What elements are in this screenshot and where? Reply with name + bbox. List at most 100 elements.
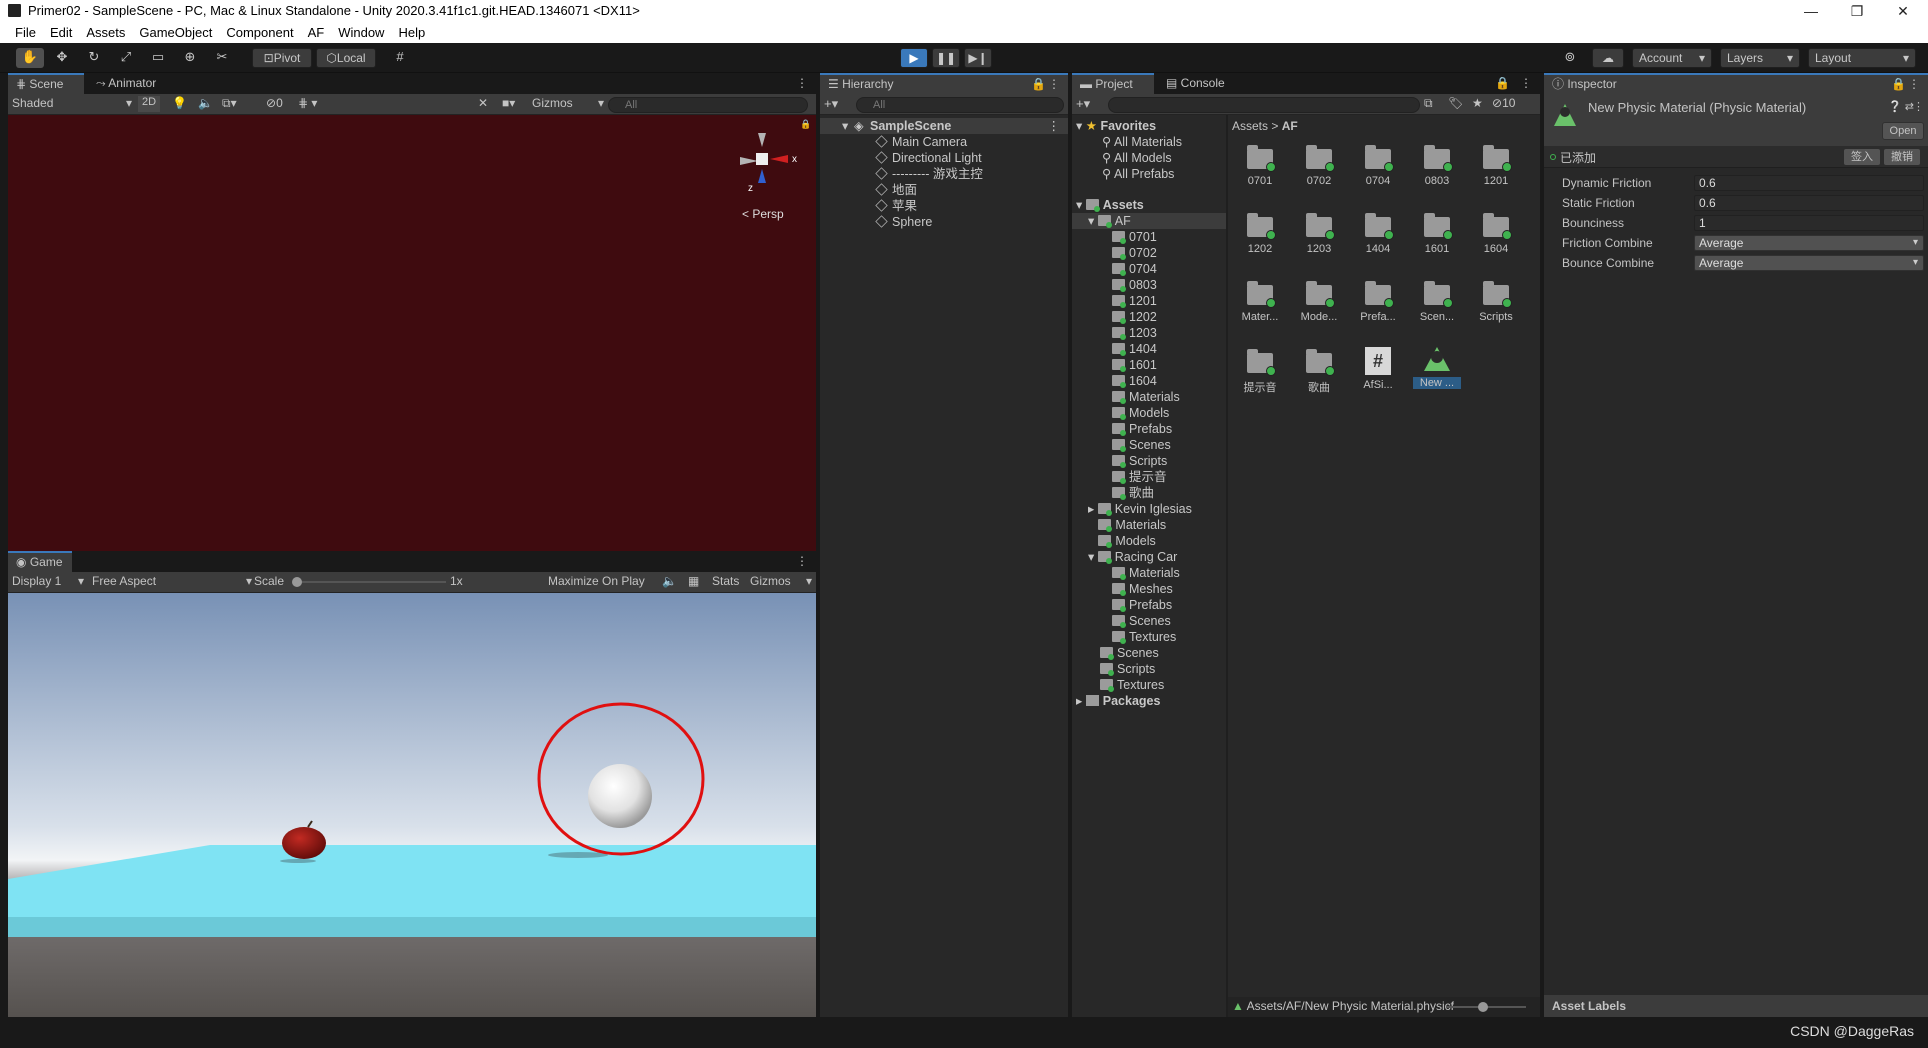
tree-folder[interactable]: Scripts xyxy=(1112,453,1167,469)
tree-folder[interactable]: Prefabs xyxy=(1112,421,1172,437)
component-menu-icon[interactable]: ⋮ xyxy=(1913,100,1924,113)
persp-label[interactable]: < Persp xyxy=(742,207,784,221)
asset-grid-item[interactable]: 提示音 xyxy=(1236,349,1284,395)
tab-inspector[interactable]: ⓘ Inspector 🔒 ⋮ xyxy=(1544,73,1928,94)
transform-tool-icon[interactable]: ⊕ xyxy=(176,48,204,68)
asset-grid-item[interactable]: 1601 xyxy=(1413,213,1461,255)
tree-folder[interactable]: Models xyxy=(1112,405,1169,421)
asset-grid-item[interactable]: Scen... xyxy=(1413,281,1461,323)
tree-folder[interactable]: 1404 xyxy=(1112,341,1157,357)
local-toggle[interactable]: ⬡Local xyxy=(316,48,376,68)
asset-grid-item[interactable]: Prefa... xyxy=(1354,281,1402,323)
layout-dropdown[interactable]: Layout ▾ xyxy=(1808,48,1916,68)
property-value-field[interactable]: Average xyxy=(1694,255,1924,271)
favorites-star-icon[interactable]: ★ xyxy=(1472,96,1483,110)
asset-grid-item[interactable]: 歌曲 xyxy=(1295,349,1343,395)
packages-header[interactable]: ▸ Packages xyxy=(1076,693,1160,709)
asset-grid-item[interactable]: 1404 xyxy=(1354,213,1402,255)
property-value-field[interactable]: Average xyxy=(1694,235,1924,251)
tree-folder[interactable]: 1203 xyxy=(1112,325,1157,341)
open-button[interactable]: Open xyxy=(1882,122,1924,140)
asset-grid-item[interactable]: 1604 xyxy=(1472,213,1520,255)
revert-button[interactable]: 撤销 xyxy=(1884,149,1920,165)
tree-folder[interactable]: 1604 xyxy=(1112,373,1157,389)
panel-menu-icon[interactable]: ⋮ xyxy=(1908,75,1920,94)
lock-icon[interactable]: 🔒 xyxy=(1891,75,1906,94)
tree-folder[interactable]: Scenes xyxy=(1112,437,1171,453)
scene-viewport[interactable]: x z 🔒 < Persp xyxy=(8,115,816,551)
tree-folder[interactable]: 提示音 xyxy=(1112,469,1167,485)
tree-folder[interactable]: Materials xyxy=(1112,565,1180,581)
create-plus-icon[interactable]: +▾ xyxy=(1076,96,1090,112)
asset-grid-item[interactable]: 1203 xyxy=(1295,213,1343,255)
close-button[interactable]: ✕ xyxy=(1880,0,1926,22)
asset-grid-item[interactable]: Scripts xyxy=(1472,281,1520,323)
breadcrumb-af[interactable]: AF xyxy=(1282,119,1298,133)
stats-toggle[interactable]: Stats xyxy=(712,574,739,588)
menu-af[interactable]: AF xyxy=(301,22,332,40)
pivot-toggle[interactable]: ⊡Pivot xyxy=(252,48,312,68)
tree-folder[interactable]: 1601 xyxy=(1112,357,1157,373)
hierarchy-item[interactable]: 地面 xyxy=(875,182,917,198)
asset-grid-item[interactable]: 1201 xyxy=(1472,145,1520,187)
asset-grid-item[interactable]: 0701 xyxy=(1236,145,1284,187)
camera-icon[interactable]: ■▾ xyxy=(502,96,515,110)
cloud-icon[interactable]: ☁ xyxy=(1592,48,1624,68)
tree-folder[interactable]: Meshes xyxy=(1112,581,1173,597)
asset-labels-header[interactable]: Asset Labels xyxy=(1544,995,1928,1017)
hierarchy-item[interactable]: Sphere xyxy=(875,214,932,230)
move-tool-icon[interactable]: ✥ xyxy=(48,48,76,68)
tab-hierarchy[interactable]: ☰ Hierarchy 🔒 ⋮ xyxy=(820,73,1068,94)
tree-folder[interactable]: Prefabs xyxy=(1112,597,1172,613)
favorite-item[interactable]: ⚲ All Materials xyxy=(1102,134,1182,150)
tree-folder[interactable]: Textures xyxy=(1112,629,1176,645)
asset-grid-item[interactable]: Mater... xyxy=(1236,281,1284,323)
gizmo-x-cone[interactable] xyxy=(770,155,788,163)
search-by-label-icon[interactable]: 🏷 xyxy=(1448,96,1463,110)
tree-folder[interactable]: Scenes xyxy=(1100,645,1159,661)
scale-tool-icon[interactable]: ⤢ xyxy=(112,48,140,68)
display-dropdown[interactable]: Display 1 ▾ xyxy=(12,574,84,588)
menu-component[interactable]: Component xyxy=(219,22,300,40)
tree-folder[interactable]: ▾ Racing Car xyxy=(1088,549,1177,565)
audio-icon[interactable]: 🔈 xyxy=(198,96,213,110)
tree-folder[interactable]: Textures xyxy=(1100,677,1164,693)
menu-help[interactable]: Help xyxy=(391,22,432,40)
account-dropdown[interactable]: Account ▾ xyxy=(1632,48,1712,68)
property-value-field[interactable]: 0.6 xyxy=(1694,195,1924,211)
scale-slider-handle[interactable] xyxy=(292,577,302,587)
vsync-icon[interactable]: ▦ xyxy=(688,574,699,588)
hierarchy-item[interactable]: 苹果 xyxy=(875,198,917,214)
scene-search-input[interactable]: All xyxy=(608,97,808,113)
lock-icon[interactable]: 🔒 xyxy=(800,119,811,130)
favorite-item[interactable]: ⚲ All Prefabs xyxy=(1102,166,1174,182)
effects-icon[interactable]: ⧉▾ xyxy=(222,96,237,111)
hierarchy-item[interactable]: Main Camera xyxy=(875,134,967,150)
asset-grid-item[interactable]: # AfSi... xyxy=(1354,347,1402,391)
game-gizmos-dropdown[interactable]: Gizmos ▾ xyxy=(750,574,812,588)
tab-project[interactable]: ▬ Project xyxy=(1072,73,1154,94)
gizmo-y-cone[interactable] xyxy=(758,133,766,147)
gizmos-dropdown[interactable]: Gizmos ▾ xyxy=(532,96,604,110)
tree-folder[interactable]: 1201 xyxy=(1112,293,1157,309)
search-by-type-icon[interactable]: ⧉ xyxy=(1424,96,1433,111)
scene-menu-icon[interactable]: ⋮ xyxy=(1048,118,1061,134)
project-search-input[interactable] xyxy=(1108,97,1420,113)
tab-game[interactable]: ◉ Game xyxy=(8,551,72,572)
tree-folder[interactable]: Scenes xyxy=(1112,613,1171,629)
tree-folder[interactable]: Models xyxy=(1088,533,1156,549)
tab-console[interactable]: ▤ Console xyxy=(1158,73,1233,94)
step-button[interactable]: ▶❙ xyxy=(964,48,992,68)
panel-menu-icon[interactable]: ⋮ xyxy=(1512,73,1540,94)
menu-edit[interactable]: Edit xyxy=(43,22,79,40)
lighting-icon[interactable]: 💡 xyxy=(172,96,187,110)
menu-assets[interactable]: Assets xyxy=(79,22,132,40)
tree-folder[interactable]: 歌曲 xyxy=(1112,485,1154,501)
asset-grid-item[interactable]: 0704 xyxy=(1354,145,1402,187)
menu-file[interactable]: File xyxy=(0,22,43,40)
lock-icon[interactable]: 🔒 xyxy=(1031,75,1046,94)
asset-grid-item[interactable]: Mode... xyxy=(1295,281,1343,323)
asset-grid-item[interactable]: New ... xyxy=(1413,347,1461,389)
mode-2d-toggle[interactable]: 2D xyxy=(138,96,160,112)
asset-grid-item[interactable]: 0803 xyxy=(1413,145,1461,187)
